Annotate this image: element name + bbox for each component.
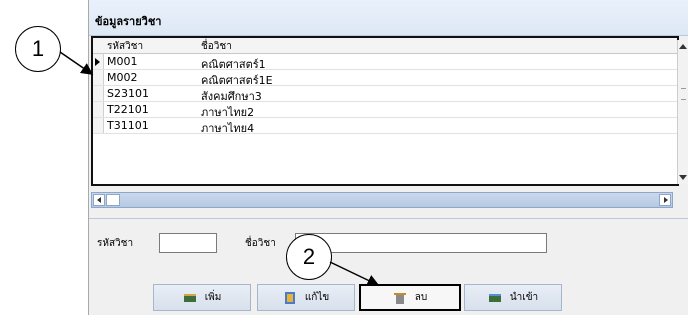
cell-code[interactable]: M002 (107, 71, 138, 84)
row-selector[interactable] (93, 86, 104, 101)
table-row[interactable]: S23101 สังคมศึกษา3 (93, 86, 677, 103)
section-divider (89, 218, 688, 219)
code-label: รหัสวิชา (97, 238, 134, 249)
scroll-up-icon[interactable] (679, 44, 687, 49)
book-import-icon (488, 292, 502, 304)
cell-code[interactable]: M001 (107, 55, 138, 68)
edit-button[interactable]: แก้ไข (257, 284, 355, 311)
table-row[interactable]: T22101 ภาษาไทย2 (93, 102, 677, 119)
scroll-grip-icon[interactable] (681, 88, 686, 100)
cell-name[interactable]: ภาษาไทย4 (201, 119, 254, 137)
delete-bin-icon (393, 292, 407, 304)
scroll-down-icon[interactable] (679, 175, 687, 180)
name-label: ชื่อวิชา (245, 238, 276, 249)
horizontal-scrollbar[interactable] (91, 192, 673, 208)
row-selector[interactable] (93, 102, 104, 117)
cell-code[interactable]: T22101 (107, 103, 149, 116)
add-button-label: เพิ่ม (204, 292, 222, 303)
grid-header: รหัสวิชา ชื่อวิชา (93, 38, 677, 54)
course-info-window: ข้อมูลรายวิชา รหัสวิชา ชื่อวิชา M001 คณิ… (88, 0, 688, 315)
course-grid[interactable]: รหัสวิชา ชื่อวิชา M001 คณิตศาสตร์1 M002 … (91, 36, 679, 186)
vertical-scrollbar[interactable] (677, 40, 688, 184)
delete-button-label: ลบ (414, 292, 428, 303)
scroll-right-icon[interactable] (659, 194, 671, 206)
import-button[interactable]: นำเข้า (464, 284, 562, 311)
name-input[interactable] (295, 233, 547, 253)
scroll-left-icon[interactable] (93, 194, 105, 206)
panel-title: ข้อมูลรายวิชา (95, 15, 162, 28)
row-selector[interactable] (93, 70, 104, 85)
add-button[interactable]: เพิ่ม (153, 284, 251, 311)
callout-marker-2: 2 (286, 234, 332, 280)
delete-button[interactable]: ลบ (359, 284, 461, 311)
table-row[interactable]: T31101 ภาษาไทย4 (93, 118, 677, 137)
edit-button-label: แก้ไข (304, 292, 330, 303)
table-row[interactable]: M001 คณิตศาสตร์1 (93, 54, 677, 71)
column-header-name[interactable]: ชื่อวิชา (201, 39, 232, 54)
book-add-icon (183, 292, 197, 304)
cell-code[interactable]: S23101 (107, 87, 149, 100)
panel-header (89, 0, 688, 36)
cell-code[interactable]: T31101 (107, 119, 149, 132)
column-header-code[interactable]: รหัสวิชา (107, 39, 143, 54)
row-selector[interactable] (93, 54, 104, 69)
scroll-thumb[interactable] (106, 194, 120, 206)
import-button-label: นำเข้า (509, 292, 539, 303)
code-input[interactable] (159, 233, 217, 253)
current-row-indicator-icon (95, 58, 100, 66)
edit-form-icon (283, 291, 297, 304)
table-row[interactable]: M002 คณิตศาสตร์1E (93, 70, 677, 87)
row-selector[interactable] (93, 118, 104, 133)
callout-marker-1: 1 (15, 26, 61, 72)
